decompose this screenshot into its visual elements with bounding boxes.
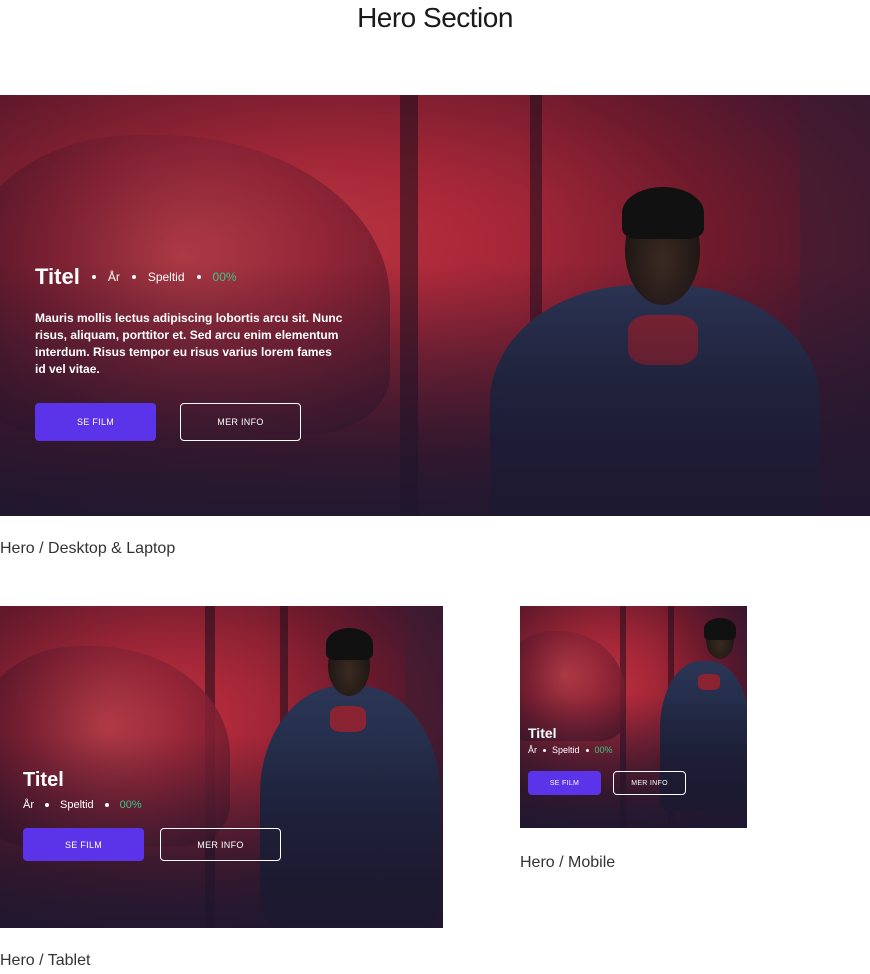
hero-title: Titel — [35, 264, 80, 289]
page-title: Hero Section — [357, 2, 513, 33]
hero-mobile: Titel År Speltid 00% SE FILM MER INFO — [520, 606, 747, 828]
hero-tablet: Titel År Speltid 00% SE FILM MER INFO — [0, 606, 443, 928]
hero-runtime: Speltid — [552, 745, 580, 755]
hero-match: 00% — [594, 745, 613, 755]
caption-mobile: Hero / Mobile — [520, 854, 616, 871]
mer-info-button[interactable]: MER INFO — [160, 828, 281, 861]
mer-info-button[interactable]: MER INFO — [613, 771, 686, 795]
hero-year: År — [528, 745, 537, 755]
hero-runtime: Speltid — [60, 799, 94, 811]
mer-info-button[interactable]: MER INFO — [180, 403, 301, 441]
se-film-button[interactable]: SE FILM — [23, 828, 144, 861]
se-film-button[interactable]: SE FILM — [35, 403, 156, 441]
hero-year: År — [107, 270, 120, 284]
se-film-button[interactable]: SE FILM — [528, 771, 601, 795]
hero-description: Mauris mollis lectus adipiscing lobortis… — [35, 311, 343, 376]
hero-title: Titel — [23, 769, 64, 791]
caption-tablet: Hero / Tablet — [0, 952, 91, 969]
hero-match: 00% — [212, 270, 237, 284]
hero-title: Titel — [528, 725, 557, 741]
hero-match: 00% — [119, 799, 142, 811]
hero-runtime: Speltid — [147, 270, 185, 284]
hero-desktop: Titel År Speltid 00% Mauris mollis lectu… — [0, 95, 870, 516]
caption-desktop: Hero / Desktop & Laptop — [0, 540, 176, 557]
hero-year: År — [23, 799, 34, 811]
